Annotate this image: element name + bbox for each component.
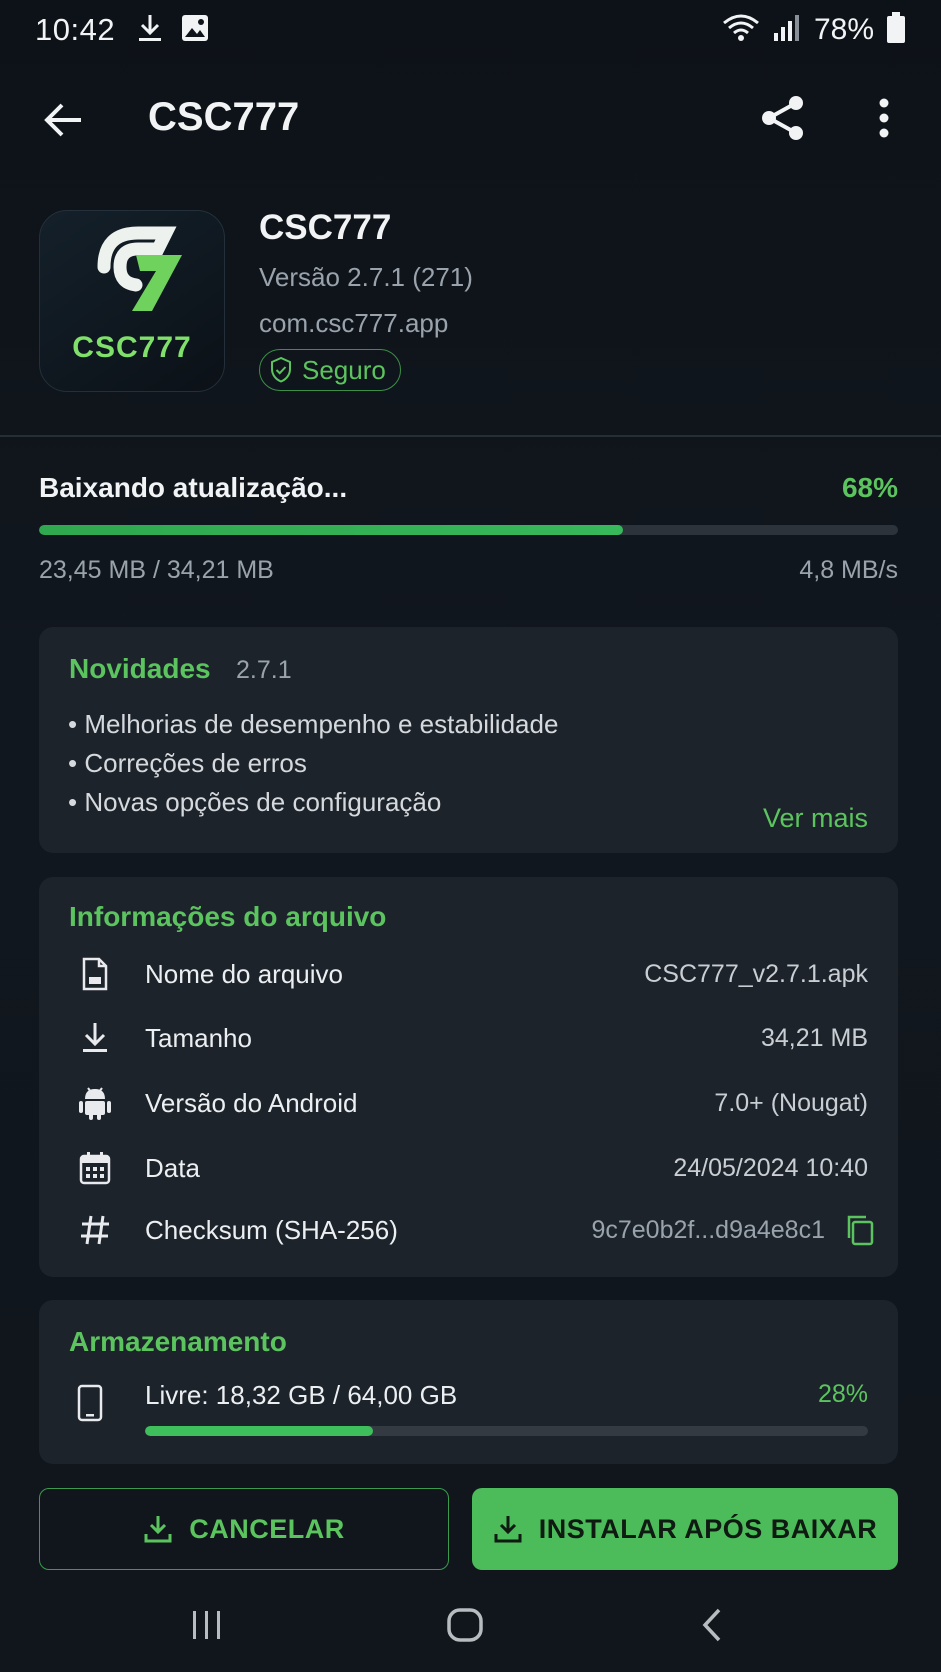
info-value: 7.0+ (Nougat) <box>714 1088 868 1117</box>
news-version: 2.7.1 <box>236 656 292 684</box>
shield-check-icon <box>271 357 291 383</box>
copy-checksum-button[interactable] <box>840 1211 878 1249</box>
info-label: Data <box>145 1152 200 1183</box>
home-button[interactable] <box>445 1607 485 1648</box>
signal-icon <box>772 13 802 48</box>
info-row-android: Versão do Android 7.0+ (Nougat) <box>39 1076 898 1130</box>
download-speed: 4,8 MB/s <box>799 556 898 584</box>
download-icon <box>77 1020 113 1056</box>
info-row-date: Data 24/05/2024 10:40 <box>39 1141 898 1195</box>
download-icon <box>144 1516 172 1543</box>
file-info-title: Informações do arquivo <box>69 901 387 932</box>
screen: 10:42 78% CSC777 CSC777 CSC777 Versão 2.… <box>0 0 941 1672</box>
info-label: Tamanho <box>145 1022 252 1053</box>
file-info-card: Informações do arquivo Nome do arquivo C… <box>39 877 898 1277</box>
nav-back-button[interactable] <box>700 1607 724 1648</box>
system-nav-bar <box>0 1595 941 1672</box>
storage-usage-bar <box>145 1426 868 1436</box>
info-value: 24/05/2024 10:40 <box>673 1153 868 1182</box>
storage-percent: 28% <box>817 1380 868 1408</box>
wifi-icon <box>722 13 760 48</box>
share-icon <box>762 96 803 140</box>
app-version: Versão 2.7.1 (271) <box>259 262 473 292</box>
download-percent: 68% <box>841 472 898 503</box>
image-icon <box>181 14 209 47</box>
checksum-value: 9c7e0b2f...d9a4e8c1 <box>591 1215 825 1244</box>
app-icon-label: CSC777 <box>72 331 192 364</box>
android-icon <box>77 1085 113 1121</box>
install-after-download-button[interactable]: INSTALAR APÓS BAIXAR <box>472 1488 898 1570</box>
news-title: Novidades <box>69 653 211 684</box>
download-progress-fill <box>39 525 624 535</box>
more-vert-icon <box>879 98 889 138</box>
install-button-label: INSTALAR APÓS BAIXAR <box>538 1513 878 1544</box>
download-status-label: Baixando atualização... <box>39 472 348 503</box>
status-time: 10:42 <box>35 12 116 47</box>
chevron-left-icon <box>702 1608 721 1642</box>
share-button[interactable] <box>755 90 811 146</box>
list-item: • Melhorias de desempenho e estabilidade <box>68 709 559 739</box>
app-bar: CSC777 <box>0 75 941 165</box>
news-card: Novidades 2.7.1 • Melhorias de desempenh… <box>39 627 898 853</box>
cancel-button-label: CANCELAR <box>189 1513 345 1544</box>
see-more-link[interactable]: Ver mais <box>763 803 868 834</box>
list-item: • Novas opções de configuração <box>68 787 442 817</box>
app-icon: CSC777 <box>39 210 225 392</box>
phone-icon <box>77 1384 103 1427</box>
secure-badge-label: Seguro <box>302 354 386 385</box>
back-button[interactable] <box>38 95 88 145</box>
info-label: Nome do arquivo <box>145 958 343 989</box>
download-icon <box>494 1516 522 1543</box>
download-progress-bar <box>39 525 898 535</box>
secure-badge: Seguro <box>259 349 401 391</box>
recents-button[interactable] <box>190 1609 224 1646</box>
page-title: CSC777 <box>148 95 300 139</box>
list-item: • Correções de erros <box>68 748 307 778</box>
info-value: CSC777_v2.7.1.apk <box>644 959 868 988</box>
info-row-size: Tamanho 34,21 MB <box>39 1011 898 1065</box>
storage-usage-fill <box>145 1426 373 1436</box>
battery-icon <box>886 11 906 49</box>
more-options-button[interactable] <box>862 90 906 146</box>
app-logo-icon <box>97 226 182 311</box>
calendar-icon <box>77 1150 113 1186</box>
app-package: com.csc777.app <box>259 308 449 338</box>
download-bytes: 23,45 MB / 34,21 MB <box>39 556 274 584</box>
divider <box>0 435 941 437</box>
info-row-checksum: Checksum (SHA-256) 9c7e0b2f...d9a4e8c1 <box>39 1203 898 1257</box>
recents-icon <box>193 1611 220 1639</box>
news-list: • Melhorias de desempenho e estabilidade… <box>68 707 558 824</box>
info-row-filename: Nome do arquivo CSC777_v2.7.1.apk <box>39 947 898 1001</box>
info-value: 34,21 MB <box>760 1023 868 1052</box>
download-icon <box>137 13 163 48</box>
home-icon <box>447 1608 483 1642</box>
battery-percent: 78% <box>813 13 874 46</box>
info-label: Checksum (SHA-256) <box>145 1214 398 1245</box>
storage-title: Armazenamento <box>69 1326 287 1357</box>
copy-icon <box>847 1215 874 1246</box>
info-label: Versão do Android <box>145 1087 358 1118</box>
hash-icon <box>77 1212 113 1248</box>
file-icon <box>77 956 113 992</box>
arrow-back-icon <box>44 103 81 137</box>
cancel-button[interactable]: CANCELAR <box>39 1488 449 1570</box>
app-name: CSC777 <box>259 208 392 247</box>
storage-label: Livre: 18,32 GB / 64,00 GB <box>145 1380 458 1410</box>
status-bar: 10:42 78% <box>0 0 941 60</box>
storage-card: Armazenamento Livre: 18,32 GB / 64,00 GB… <box>39 1300 898 1464</box>
